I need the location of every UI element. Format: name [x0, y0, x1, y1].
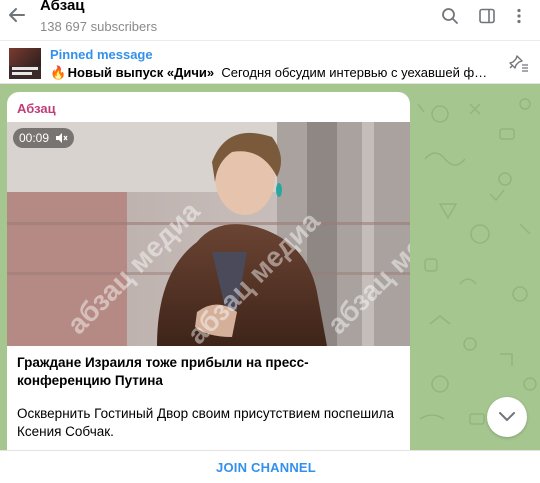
chat-area: Абзац 00:09 абзац медиа абзац медиа абза…	[0, 84, 540, 450]
channel-info[interactable]: Абзац 138 697 subscribers	[40, 0, 157, 35]
chevron-down-icon	[499, 412, 515, 421]
muted-icon[interactable]	[55, 132, 68, 144]
pinned-text: 🔥 Новый выпуск «Дичи» Сегодня обсудим ин…	[50, 65, 490, 81]
join-channel-button[interactable]: JOIN CHANNEL	[216, 460, 316, 475]
more-options-icon[interactable]	[508, 5, 530, 27]
message-bubble: Абзац 00:09 абзац медиа абзац медиа абза…	[7, 92, 410, 450]
back-arrow-icon[interactable]	[6, 4, 28, 26]
fire-icon: 🔥	[50, 65, 67, 80]
pinned-label: Pinned message	[50, 47, 153, 62]
scroll-down-button[interactable]	[487, 397, 527, 437]
video-duration-badge: 00:09	[13, 128, 75, 148]
message-title: Граждане Израиля тоже прибыли на пресс-к…	[17, 355, 309, 388]
pinned-preview-text: Сегодня обсудим интервью с уехавшей фем.…	[221, 65, 490, 80]
channel-title: Абзац	[40, 0, 85, 14]
pinned-list-icon[interactable]	[508, 53, 530, 73]
chat-header: Абзац 138 697 subscribers	[0, 0, 540, 40]
footer-bar: JOIN CHANNEL	[0, 450, 540, 483]
subscriber-count: 138 697 subscribers	[40, 19, 158, 34]
pinned-message-bar[interactable]: Pinned message 🔥 Новый выпуск «Дичи» Сег…	[0, 40, 540, 84]
video-preview[interactable]: 00:09 абзац медиа абзац медиа абзац меди…	[7, 122, 410, 346]
pinned-bold-text: Новый выпуск «Дичи»	[67, 65, 215, 80]
pinned-thumbnail	[9, 48, 41, 79]
message-body: Осквернить Гостиный Двор своим присутств…	[17, 406, 394, 439]
message-sender[interactable]: Абзац	[17, 101, 56, 116]
sidebar-toggle-icon[interactable]	[476, 5, 498, 27]
search-icon[interactable]	[439, 5, 461, 27]
video-duration: 00:09	[19, 131, 50, 145]
